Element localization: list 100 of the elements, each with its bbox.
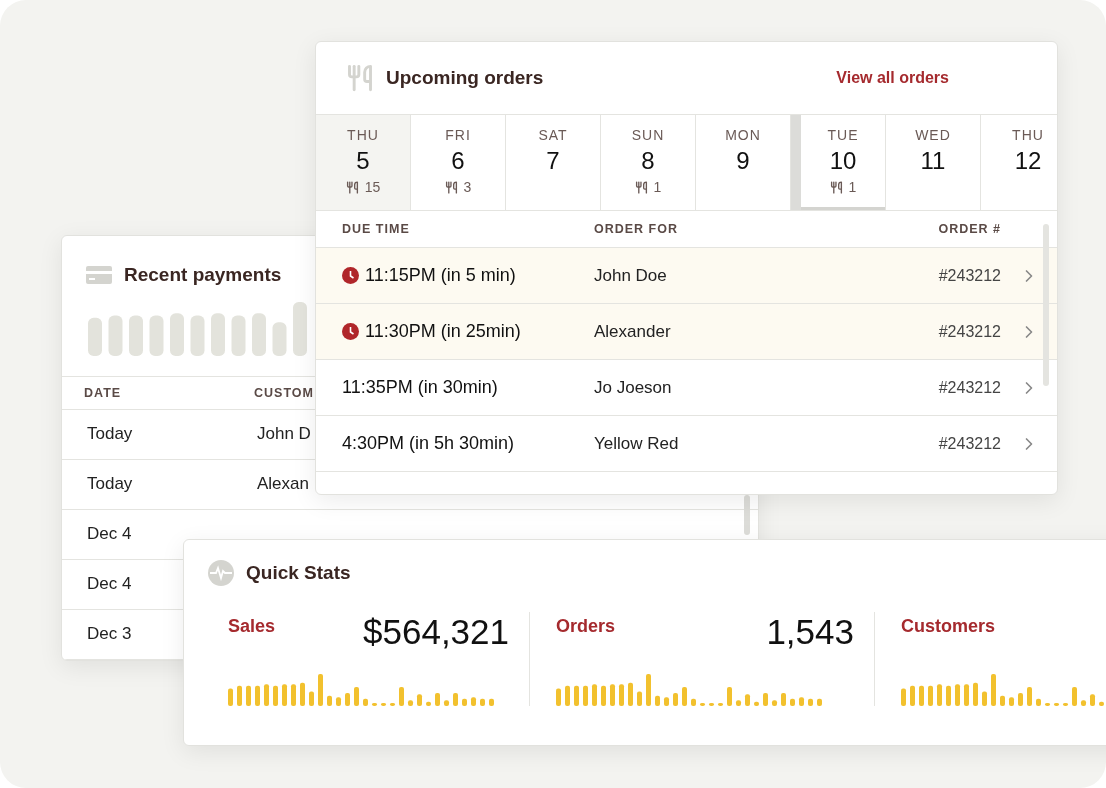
sparkline-bar xyxy=(381,703,386,706)
customer-name: Yellow Red xyxy=(594,433,679,454)
due-time: 11:15PM (in 5 min) xyxy=(365,265,516,286)
customer-cell: Alexan xyxy=(257,474,309,495)
sparkline-bar xyxy=(799,697,804,706)
order-row[interactable]: 11:15PM (in 5 min) John Doe #243212 xyxy=(316,248,1057,304)
weekday: SUN xyxy=(631,127,665,143)
order-number: #243212 xyxy=(938,322,1001,341)
stat-value: $564,321 xyxy=(363,612,509,652)
utensils-icon xyxy=(346,64,374,92)
sparkline-bar xyxy=(763,692,768,706)
sparkline-bar xyxy=(673,692,678,706)
sparkline-bar xyxy=(336,697,341,706)
scrollbar[interactable] xyxy=(1043,224,1049,386)
weekday: MON xyxy=(725,127,761,143)
sparkline-bar xyxy=(480,698,485,706)
sparkline-bar xyxy=(928,685,933,706)
sparkline-bar xyxy=(664,697,669,706)
order-row[interactable]: 11:30PM (in 25min) Alexander #243212 xyxy=(316,304,1057,360)
date-cell: Dec 3 xyxy=(87,624,132,645)
due-time: 11:30PM (in 25min) xyxy=(365,321,521,342)
sparkline-bar xyxy=(1036,698,1041,706)
date-cell: Today xyxy=(87,424,133,445)
sparkline-bar xyxy=(1045,703,1050,706)
sparkline-bar xyxy=(946,685,951,706)
sparkline-bar xyxy=(1090,694,1095,706)
customer-name: Jo Joeson xyxy=(594,377,672,398)
date-cell: Today xyxy=(87,474,133,495)
sparkline-bar xyxy=(628,682,633,706)
sparkline-bar xyxy=(964,684,969,706)
sparkline-bar xyxy=(574,685,579,706)
sparkline-bar xyxy=(619,684,624,706)
order-row[interactable]: 4:30PM (in 5h 30min) Yellow Red #243212 xyxy=(316,416,1057,472)
due-time: 4:30PM (in 5h 30min) xyxy=(342,433,515,454)
sparkline-bar xyxy=(309,691,314,706)
sparkline-bar xyxy=(790,698,795,706)
sparkline-bar xyxy=(272,322,287,356)
column-header: ORDER # xyxy=(938,222,1001,236)
order-row[interactable]: 11:35PM (in 30min) Jo Joeson #243212 xyxy=(316,360,1057,416)
column-header: CUSTOM xyxy=(254,385,314,400)
sparkline-bar xyxy=(772,700,777,706)
day-tab[interactable]: TUE 10 1 xyxy=(791,115,886,210)
day-tab[interactable]: THU 5 15 xyxy=(316,115,411,210)
sparkline-bar xyxy=(444,700,449,706)
stat-label: Orders xyxy=(556,616,616,637)
column-header: ORDER FOR xyxy=(594,222,678,236)
scrollbar[interactable] xyxy=(744,495,750,535)
sparkline-bar xyxy=(108,315,123,356)
sparkline-bar xyxy=(318,674,323,706)
sparkline-bar xyxy=(354,687,359,706)
sparkline-bar xyxy=(264,684,269,706)
sparkline-bar xyxy=(817,698,822,706)
customer-name: Alexander xyxy=(594,321,671,342)
sparkline-bar xyxy=(610,684,615,706)
sparkline-bar xyxy=(919,685,924,706)
sparkline-bar xyxy=(745,694,750,706)
day-number: 6 xyxy=(451,147,465,175)
customer-cell: John D xyxy=(257,424,311,445)
sparkline-bar xyxy=(973,682,978,706)
sparkline-bar xyxy=(1000,695,1005,706)
sparkline-bar xyxy=(408,700,413,706)
utensils-icon xyxy=(444,180,458,194)
sparkline-bar xyxy=(252,313,266,356)
column-header: DUE TIME xyxy=(342,222,410,236)
card-title: Quick Stats xyxy=(246,562,351,584)
sparkline-bar xyxy=(300,682,305,706)
customer-name: John Doe xyxy=(594,265,667,286)
sparkline-bar xyxy=(345,692,350,706)
order-number: #243212 xyxy=(938,378,1001,397)
sparkline-bar xyxy=(426,701,431,706)
sparkline-bar xyxy=(211,313,225,356)
day-number: 7 xyxy=(546,147,560,175)
sparkline-bar xyxy=(982,691,987,706)
order-number: #243212 xyxy=(938,434,1001,453)
weekday: SAT xyxy=(538,127,568,143)
order-number: #243212 xyxy=(938,266,1001,285)
stat-label: Customers xyxy=(901,616,996,637)
sparkline-bar xyxy=(655,695,660,706)
pulse-icon xyxy=(208,560,234,586)
sparkline-bar xyxy=(781,692,786,706)
stat-value: 1,543 xyxy=(766,612,854,652)
sparkline-bar xyxy=(727,687,732,706)
stat-label: Sales xyxy=(228,616,276,637)
sparkline-bar xyxy=(1081,700,1086,706)
day-number: 5 xyxy=(356,147,370,175)
sparkline-bar xyxy=(246,685,251,706)
sparkline-bar xyxy=(228,688,233,706)
order-count: 1 xyxy=(848,179,857,195)
view-all-link[interactable]: View all orders xyxy=(836,69,949,87)
sparkline-bar xyxy=(565,685,570,706)
sparkline-bar xyxy=(273,685,278,706)
clock-icon xyxy=(342,323,359,340)
sparkline-bar xyxy=(129,315,143,356)
day-number: 8 xyxy=(641,147,655,175)
weekday: TUE xyxy=(827,127,859,143)
sparkline-bar xyxy=(282,684,287,706)
clock-icon xyxy=(342,267,359,284)
card-title: Upcoming orders xyxy=(386,67,544,89)
sparkline-bar xyxy=(937,684,942,706)
sparkline-bar xyxy=(955,684,960,706)
